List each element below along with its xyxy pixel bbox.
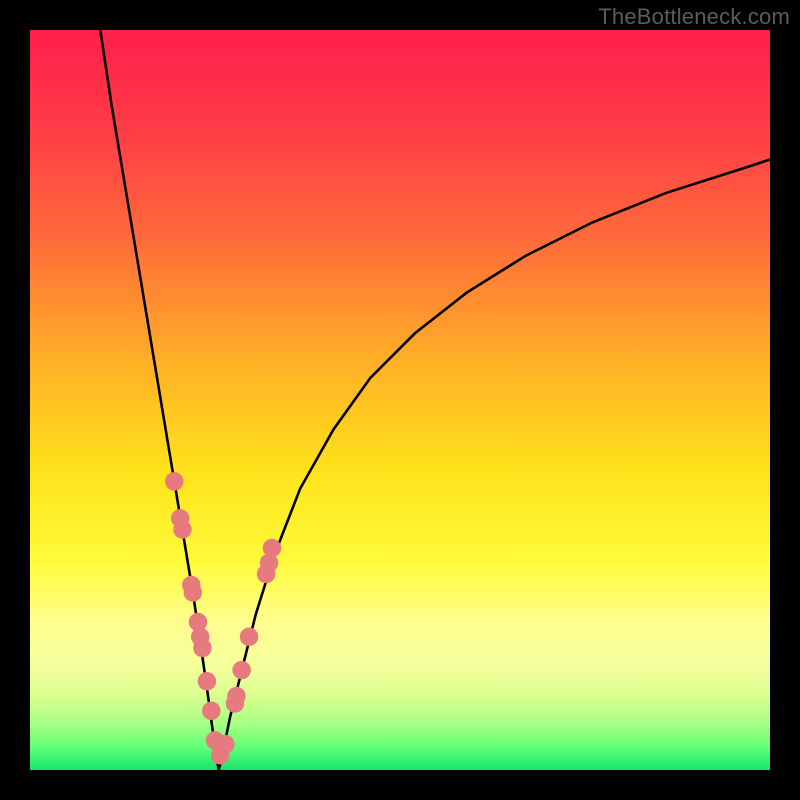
- data-dot: [216, 735, 235, 754]
- curve-right: [219, 160, 770, 771]
- data-dot: [198, 672, 217, 691]
- data-dot: [232, 661, 251, 680]
- watermark-text: TheBottleneck.com: [598, 4, 790, 30]
- data-dot: [263, 539, 282, 558]
- curve-left: [100, 30, 218, 770]
- plot-area: [30, 30, 770, 770]
- data-dot: [202, 702, 221, 721]
- data-dot: [240, 628, 259, 647]
- data-dot: [165, 472, 184, 491]
- data-dot: [173, 520, 192, 539]
- data-dot: [184, 583, 203, 602]
- data-dot: [227, 687, 246, 706]
- data-dot: [193, 639, 212, 658]
- curve-layer: [30, 30, 770, 770]
- outer-frame: TheBottleneck.com: [0, 0, 800, 800]
- dot-group: [165, 472, 281, 764]
